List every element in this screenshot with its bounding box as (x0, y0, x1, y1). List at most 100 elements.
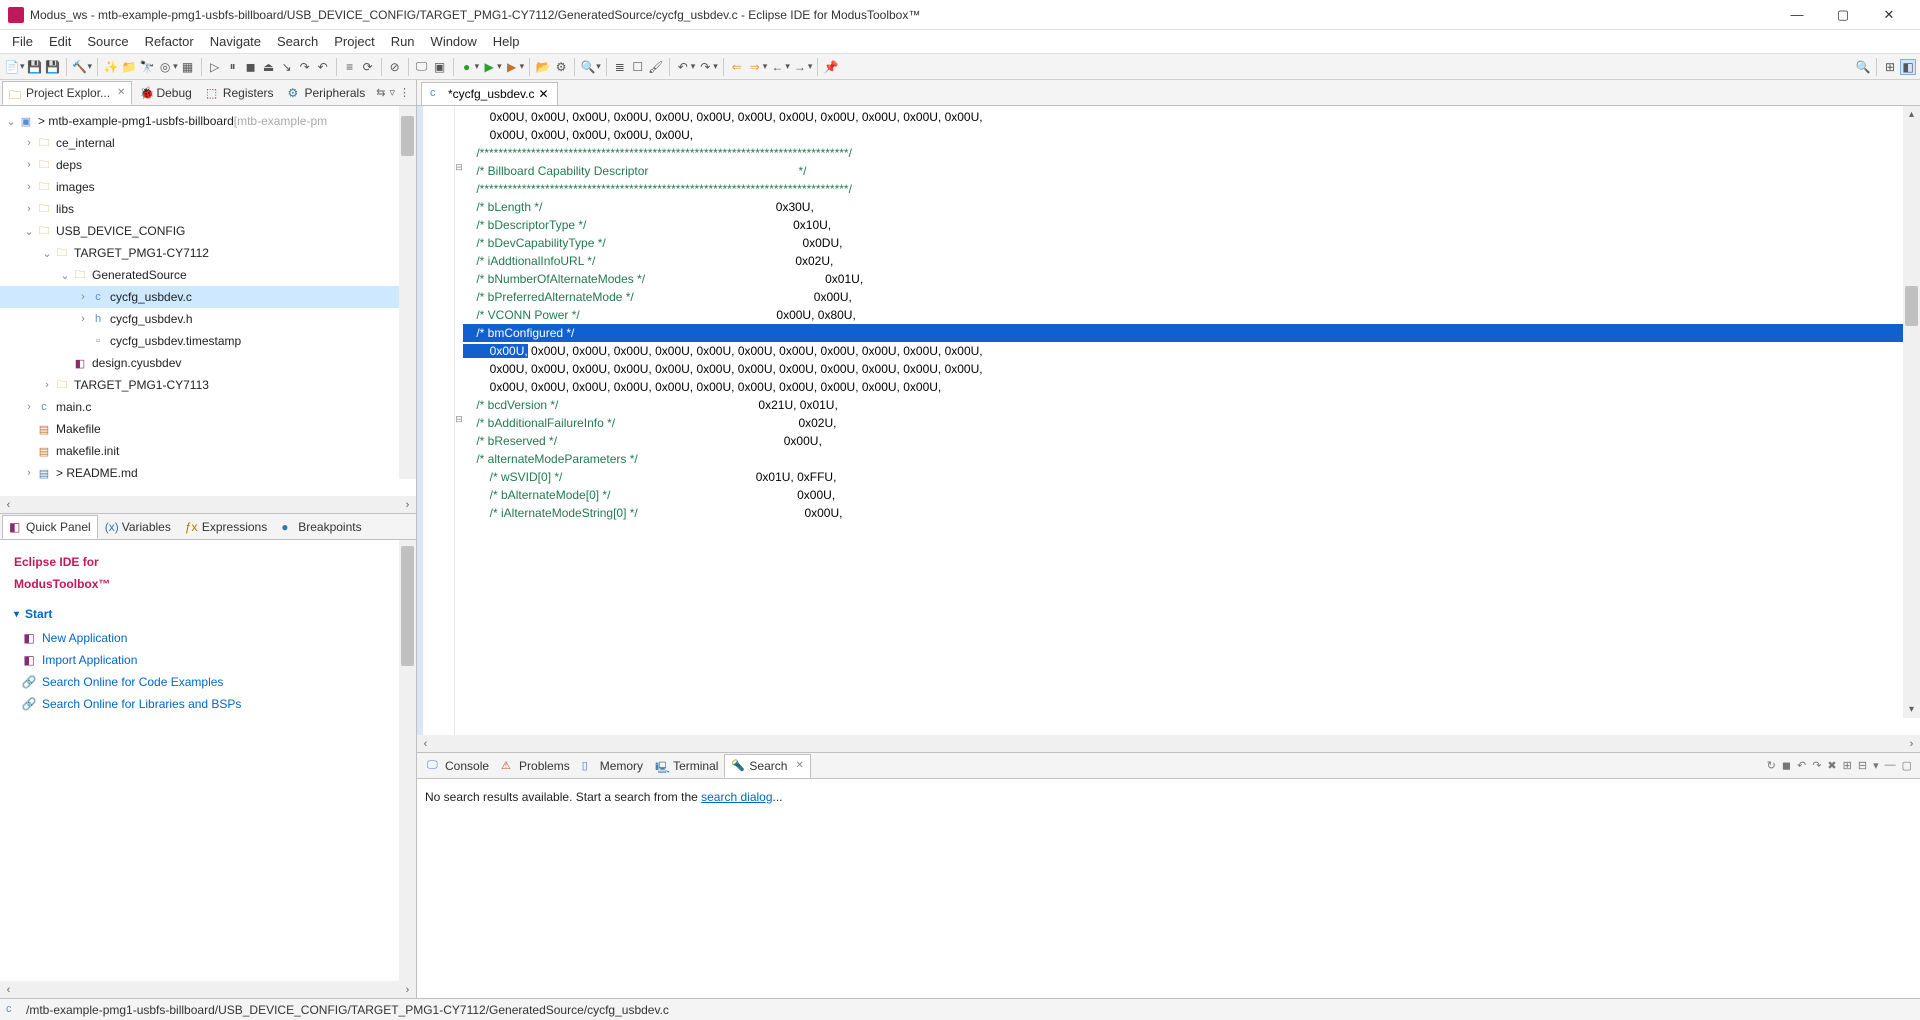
remove-match-icon[interactable]: ✖ (1827, 759, 1836, 772)
code-line[interactable]: /* bReserved */ 0x00U, (463, 432, 1920, 450)
collapse-all-icon[interactable]: ⊟ (1858, 759, 1867, 772)
tree-row[interactable]: ›🗀TARGET_PMG1-CY7113 (0, 374, 416, 396)
menu-search[interactable]: Search (269, 31, 326, 52)
outline-icon[interactable]: ≣ (612, 59, 628, 75)
tree-row[interactable]: ›🗀deps (0, 154, 416, 176)
scrollbar-thumb[interactable] (1905, 286, 1918, 326)
open-type-icon[interactable]: 📂 (535, 59, 551, 75)
fold-toggle-icon[interactable]: ⊟ (455, 414, 463, 425)
tree-row[interactable]: ⌄🗀GeneratedSource (0, 264, 416, 286)
twist-icon[interactable]: › (22, 181, 36, 193)
twist-icon[interactable]: ⌄ (40, 247, 54, 260)
tab-problems[interactable]: ⚠Problems (495, 755, 576, 777)
step-over-icon[interactable]: ↷ (297, 59, 313, 75)
code-line[interactable]: /* bDescriptorType */ 0x10U, (463, 216, 1920, 234)
pin-icon[interactable]: 📌 (823, 59, 839, 75)
folder-icon[interactable]: 📁 (121, 59, 137, 75)
link-search-libraries-bsps[interactable]: 🔗Search Online for Libraries and BSPs (14, 693, 402, 715)
save-icon[interactable]: 💾 (27, 59, 43, 75)
editor-scrollbar-vertical[interactable]: ▴ ▾ (1903, 106, 1920, 718)
code-line[interactable]: /* bNumberOfAlternateModes */ 0x01U, (463, 270, 1920, 288)
tree-row[interactable]: ›hcycfg_usbdev.h (0, 308, 416, 330)
cancel-search-icon[interactable]: ◼ (1782, 759, 1791, 772)
back-icon[interactable]: ⇐ (729, 59, 745, 75)
tab-memory[interactable]: ▯Memory (576, 755, 649, 777)
link-search-code-examples[interactable]: 🔗Search Online for Code Examples (14, 671, 402, 693)
wand-icon[interactable]: ✨ (103, 59, 119, 75)
next-edit-icon[interactable]: ↷ (697, 59, 713, 75)
prev-edit-icon[interactable]: ↶ (675, 59, 691, 75)
quickpanel-scrollbar-horizontal[interactable]: ‹ › (0, 981, 416, 998)
twist-icon[interactable]: ⌄ (58, 269, 72, 282)
tab-search[interactable]: 🔦Search✕ (724, 754, 810, 778)
make-target-icon[interactable]: ⚙ (553, 59, 569, 75)
menu-window[interactable]: Window (423, 31, 485, 52)
scroll-left-icon[interactable]: ‹ (417, 738, 434, 750)
tree-scrollbar-horizontal[interactable]: ‹ › (0, 496, 416, 513)
tree-row[interactable]: ›🗀libs (0, 198, 416, 220)
minimize-button[interactable]: — (1774, 0, 1820, 30)
tree-row[interactable]: ▫cycfg_usbdev.timestamp (0, 330, 416, 352)
tab-peripherals[interactable]: ⚙ Peripherals (281, 81, 373, 105)
code-line[interactable]: /* wSVID[0] */ 0x01U, 0xFFU, (463, 468, 1920, 486)
twist-icon[interactable]: ⌄ (4, 115, 18, 128)
quick-search-icon[interactable]: 🔍 (1855, 59, 1871, 75)
tree-row[interactable]: ›🗀ce_internal (0, 132, 416, 154)
scroll-up-icon[interactable]: ▴ (1903, 106, 1920, 123)
filter-icon[interactable]: ▿ (389, 86, 395, 99)
tree-row[interactable]: ›ccycfg_usbdev.c (0, 286, 416, 308)
toggle-icon[interactable]: ☐ (630, 59, 646, 75)
code-line[interactable]: 0x00U, 0x00U, 0x00U, 0x00U, 0x00U, 0x00U… (463, 108, 1920, 126)
editor-scrollbar-horizontal[interactable]: ‹ › (417, 735, 1920, 752)
link-import-application[interactable]: ◧Import Application (14, 649, 402, 671)
twist-icon[interactable]: › (22, 137, 36, 149)
twist-icon[interactable]: › (40, 379, 54, 391)
menu-run[interactable]: Run (383, 31, 423, 52)
tree-scrollbar-vertical[interactable] (399, 106, 416, 479)
twist-icon[interactable]: ⌄ (22, 225, 36, 238)
tab-terminal[interactable]: 🖳Terminal (649, 755, 724, 777)
menu-source[interactable]: Source (79, 31, 136, 52)
expand-all-icon[interactable]: ⊞ (1843, 759, 1852, 772)
code-line[interactable]: /* bcdVersion */ 0x21U, 0x01U, (463, 396, 1920, 414)
stop-icon[interactable]: ◼ (243, 59, 259, 75)
twist-icon[interactable]: › (22, 467, 36, 479)
tab-debug[interactable]: 🐞 Debug (132, 81, 198, 105)
grid-icon[interactable]: ▦ (180, 59, 196, 75)
skip-breakpoints-icon[interactable]: ⊘ (387, 59, 403, 75)
scroll-right-icon[interactable]: › (399, 984, 416, 996)
code-line[interactable]: /* iAlternateModeString[0] */ 0x00U, (463, 504, 1920, 522)
search-dialog-link[interactable]: search dialog (701, 790, 772, 804)
forward2-icon[interactable]: → (792, 59, 808, 75)
next-match-icon[interactable]: ↷ (1812, 759, 1821, 772)
project-tree[interactable]: ⌄ ▣ > mtb-example-pmg1-usbfs-billboard [… (0, 106, 416, 496)
code-line[interactable]: 0x00U, 0x00U, 0x00U, 0x00U, 0x00U, 0x00U… (463, 378, 1920, 396)
code-line[interactable]: /* Billboard Capability Descriptor */ (463, 162, 1920, 180)
twist-icon[interactable]: › (22, 203, 36, 215)
perspective-c-icon[interactable]: ◧ (1900, 59, 1916, 75)
tree-row[interactable]: ⌄🗀TARGET_PMG1-CY7112 (0, 242, 416, 264)
twist-icon[interactable]: › (22, 159, 36, 171)
code-line[interactable]: /* iAddtionalInfoURL */ 0x02U, (463, 252, 1920, 270)
menu-edit[interactable]: Edit (41, 31, 79, 52)
save-all-icon[interactable]: 💾 (45, 59, 61, 75)
code-line[interactable]: /***************************************… (463, 180, 1920, 198)
menu-file[interactable]: File (4, 31, 41, 52)
maximize-view-icon[interactable]: ▢ (1902, 759, 1912, 772)
code-line[interactable]: 0x00U, 0x00U, 0x00U, 0x00U, 0x00U, 0x00U… (463, 360, 1920, 378)
step-return-icon[interactable]: ↶ (315, 59, 331, 75)
tree-row[interactable]: ⌄🗀USB_DEVICE_CONFIG (0, 220, 416, 242)
tab-variables[interactable]: (x) Variables (98, 515, 178, 539)
tree-row[interactable]: ›cmain.c (0, 396, 416, 418)
view-menu-icon[interactable]: ▾ (1873, 759, 1879, 772)
terminal-icon[interactable]: 🖵 (414, 59, 430, 75)
menu-refactor[interactable]: Refactor (137, 31, 202, 52)
code-line[interactable]: /* bAlternateMode[0] */ 0x00U, (463, 486, 1920, 504)
link-icon[interactable]: ⇆ (376, 86, 385, 99)
tree-row[interactable]: ›▤> README.md (0, 462, 416, 484)
code-line[interactable]: /* alternateModeParameters */ (463, 450, 1920, 468)
perspective-open-icon[interactable]: ⊞ (1882, 59, 1898, 75)
view-menu-icon[interactable]: ⋮ (399, 86, 410, 99)
build-icon[interactable]: 🔨 (72, 59, 88, 75)
play-icon[interactable]: ▷ (207, 59, 223, 75)
